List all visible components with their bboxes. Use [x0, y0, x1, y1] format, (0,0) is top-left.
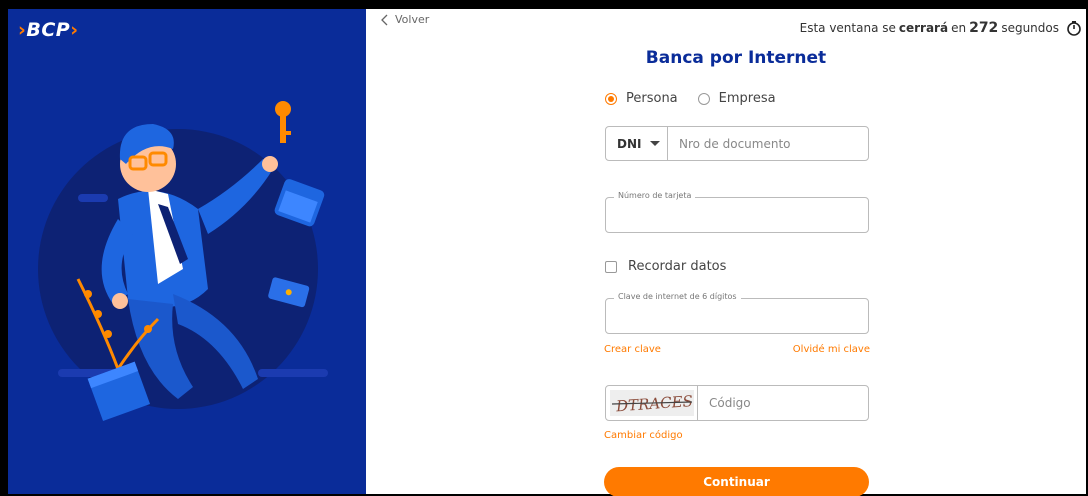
doc-number-input[interactable]: Nro de documento [668, 127, 868, 160]
forgot-key-link[interactable]: Olvidé mi clave [793, 344, 870, 355]
remember-label: Recordar datos [628, 259, 727, 274]
timer-prefix: Esta ventana se [799, 21, 896, 35]
session-timer: Esta ventana se cerrará en 272 segundos [800, 20, 1082, 36]
radio-selected-icon [605, 92, 617, 105]
continue-button[interactable]: Continuar [604, 467, 869, 496]
stopwatch-icon [1067, 21, 1081, 36]
page-title: Banca por Internet [645, 48, 827, 68]
timer-suffix: segundos [1001, 21, 1059, 35]
card-number-input[interactable]: Número de tarjeta [605, 191, 869, 233]
key-icon [275, 101, 291, 143]
client-type-selector: Persona Empresa [605, 91, 776, 106]
radio-persona[interactable]: Persona [605, 91, 678, 106]
timer-emph: cerrará [898, 21, 949, 35]
checkbox-icon [605, 260, 617, 273]
bcp-logo: ›BCP› [18, 19, 79, 41]
change-code-link[interactable]: Cambiar código [604, 430, 683, 441]
key-links: Crear clave Olvidé mi clave [604, 344, 870, 355]
timer-seconds: 272 [969, 20, 999, 36]
chevron-left-icon [381, 14, 388, 25]
radio-persona-label: Persona [626, 91, 678, 106]
password-input[interactable]: Clave de internet de 6 dígitos [605, 292, 869, 334]
radio-unselected-icon [697, 92, 710, 105]
illustration-panel: ›BCP› [8, 9, 366, 494]
remember-checkbox[interactable]: Recordar datos [605, 259, 726, 274]
captcha-image: DTRACES [606, 386, 698, 420]
doc-type-value: DNI [617, 136, 642, 151]
back-link[interactable]: Volver [380, 13, 429, 26]
card-number-label: Número de tarjeta [614, 191, 696, 200]
radio-empresa[interactable]: Empresa [697, 91, 776, 106]
caret-down-icon [650, 141, 661, 146]
password-label: Clave de internet de 6 dígitos [614, 292, 741, 301]
doc-type-select[interactable]: DNI [606, 127, 668, 160]
captcha-field: DTRACES Código [605, 385, 869, 421]
create-key-link[interactable]: Crear clave [604, 344, 661, 355]
hero-illustration [38, 101, 328, 422]
captcha-input[interactable]: Código [698, 396, 751, 410]
timer-mid: en [951, 21, 967, 35]
radio-empresa-label: Empresa [718, 91, 776, 106]
document-field: DNI Nro de documento [605, 126, 869, 161]
back-label: Volver [395, 13, 430, 26]
